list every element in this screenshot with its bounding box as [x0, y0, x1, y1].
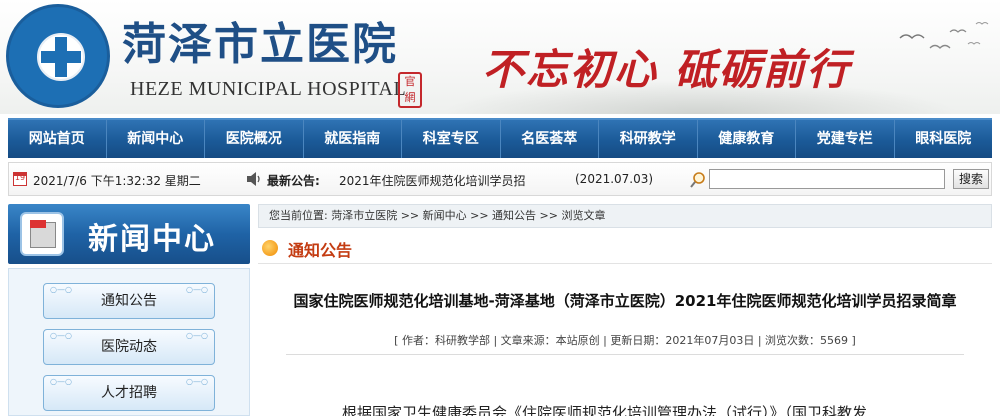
latest-notice-label: 最新公告: [267, 174, 320, 188]
logo-cross-horizontal [41, 51, 81, 63]
calendar-icon: 19 [13, 172, 27, 186]
main-nav: 网站首页 新闻中心 医院概况 就医指南 科室专区 名医荟萃 科研教学 健康教育 … [8, 118, 992, 158]
nav-item-home[interactable]: 网站首页 [8, 120, 107, 158]
nav-item-guide[interactable]: 就医指南 [304, 120, 402, 158]
breadcrumb[interactable]: 您当前位置: 菏泽市立医院 >> 新闻中心 >> 通知公告 >> 浏览文章 [258, 204, 992, 228]
sidebar-item-label: 通知公告 [101, 293, 157, 309]
official-seal: 官網 [398, 72, 422, 108]
button-dots-left: ○—○ [50, 377, 72, 386]
sidebar-item-notices[interactable]: ○—○ ○—○ 通知公告 [43, 283, 215, 319]
article-body: 根据国家卫生健康委员会《住院医师规范化培训管理办法（试行）》（国卫科教发 [342, 404, 868, 416]
latest-notice-date: (2021.07.03) [575, 172, 654, 186]
section-header: 通知公告 [258, 232, 992, 264]
nav-item-departments[interactable]: 科室专区 [402, 120, 501, 158]
hospital-logo[interactable] [6, 4, 110, 108]
nav-item-research[interactable]: 科研教学 [599, 120, 698, 158]
article-meta: [ 作者：科研教学部 | 文章来源：本站原创 | 更新日期：2021年07月03… [394, 334, 856, 347]
nav-item-overview[interactable]: 医院概况 [205, 120, 304, 158]
sidebar-header: 新闻中心 [8, 204, 250, 264]
sidebar-item-label: 医院动态 [101, 339, 157, 355]
nav-item-doctors[interactable]: 名医荟萃 [501, 120, 599, 158]
main-content: 您当前位置: 菏泽市立医院 >> 新闻中心 >> 通知公告 >> 浏览文章 通知… [258, 204, 992, 416]
slogan: 不忘初心 砥砺前行 [482, 45, 851, 94]
section-title: 通知公告 [288, 241, 353, 260]
button-dots-right: ○—○ [186, 331, 208, 340]
article-title: 国家住院医师规范化培训基地-菏泽基地（菏泽市立医院）2021年住院医师规范化培训… [293, 292, 957, 310]
sidebar-item-recruitment[interactable]: ○—○ ○—○ 人才招聘 [43, 375, 215, 411]
search-button[interactable]: 搜索 [953, 169, 989, 189]
button-dots-left: ○—○ [50, 331, 72, 340]
speaker-icon [247, 172, 260, 186]
sidebar-menu: ○—○ ○—○ 通知公告 ○—○ ○—○ 医院动态 ○—○ ○—○ 人才招聘 [8, 268, 250, 416]
latest-notice-link[interactable]: 2021年住院医师规范化培训学员招 [339, 172, 526, 189]
button-dots-left: ○—○ [50, 285, 72, 294]
newspaper-icon [20, 212, 64, 256]
nav-item-health[interactable]: 健康教育 [698, 120, 796, 158]
newspaper-icon-tag [30, 220, 46, 228]
nav-item-news[interactable]: 新闻中心 [107, 120, 205, 158]
info-bar: 19 2021/7/6 下午1:32:32 星期二 最新公告: 2021年住院医… [8, 162, 992, 196]
sidebar-title: 新闻中心 [88, 222, 216, 257]
nav-item-party[interactable]: 党建专栏 [796, 120, 895, 158]
divider [286, 354, 964, 355]
button-dots-right: ○—○ [186, 285, 208, 294]
search-input[interactable] [709, 169, 945, 189]
birds-icon [899, 22, 989, 49]
bullet-dot-icon [262, 240, 278, 256]
nav-item-eye-hospital[interactable]: 眼科医院 [895, 120, 993, 158]
sidebar: 新闻中心 ○—○ ○—○ 通知公告 ○—○ ○—○ 医院动态 ○—○ ○—○ 人… [8, 204, 250, 416]
button-dots-right: ○—○ [186, 377, 208, 386]
site-header: 菏泽市立医院 HEZE MUNICIPAL HOSPITAL 官網 不忘初心 砥… [0, 0, 1000, 114]
current-datetime: 2021/7/6 下午1:32:32 星期二 [33, 174, 201, 188]
hospital-name-en: HEZE MUNICIPAL HOSPITAL [130, 78, 407, 100]
hospital-name: 菏泽市立医院 [122, 19, 398, 70]
sidebar-item-hospital-news[interactable]: ○—○ ○—○ 医院动态 [43, 329, 215, 365]
magnifier-icon [690, 172, 705, 188]
sidebar-item-label: 人才招聘 [101, 385, 157, 401]
